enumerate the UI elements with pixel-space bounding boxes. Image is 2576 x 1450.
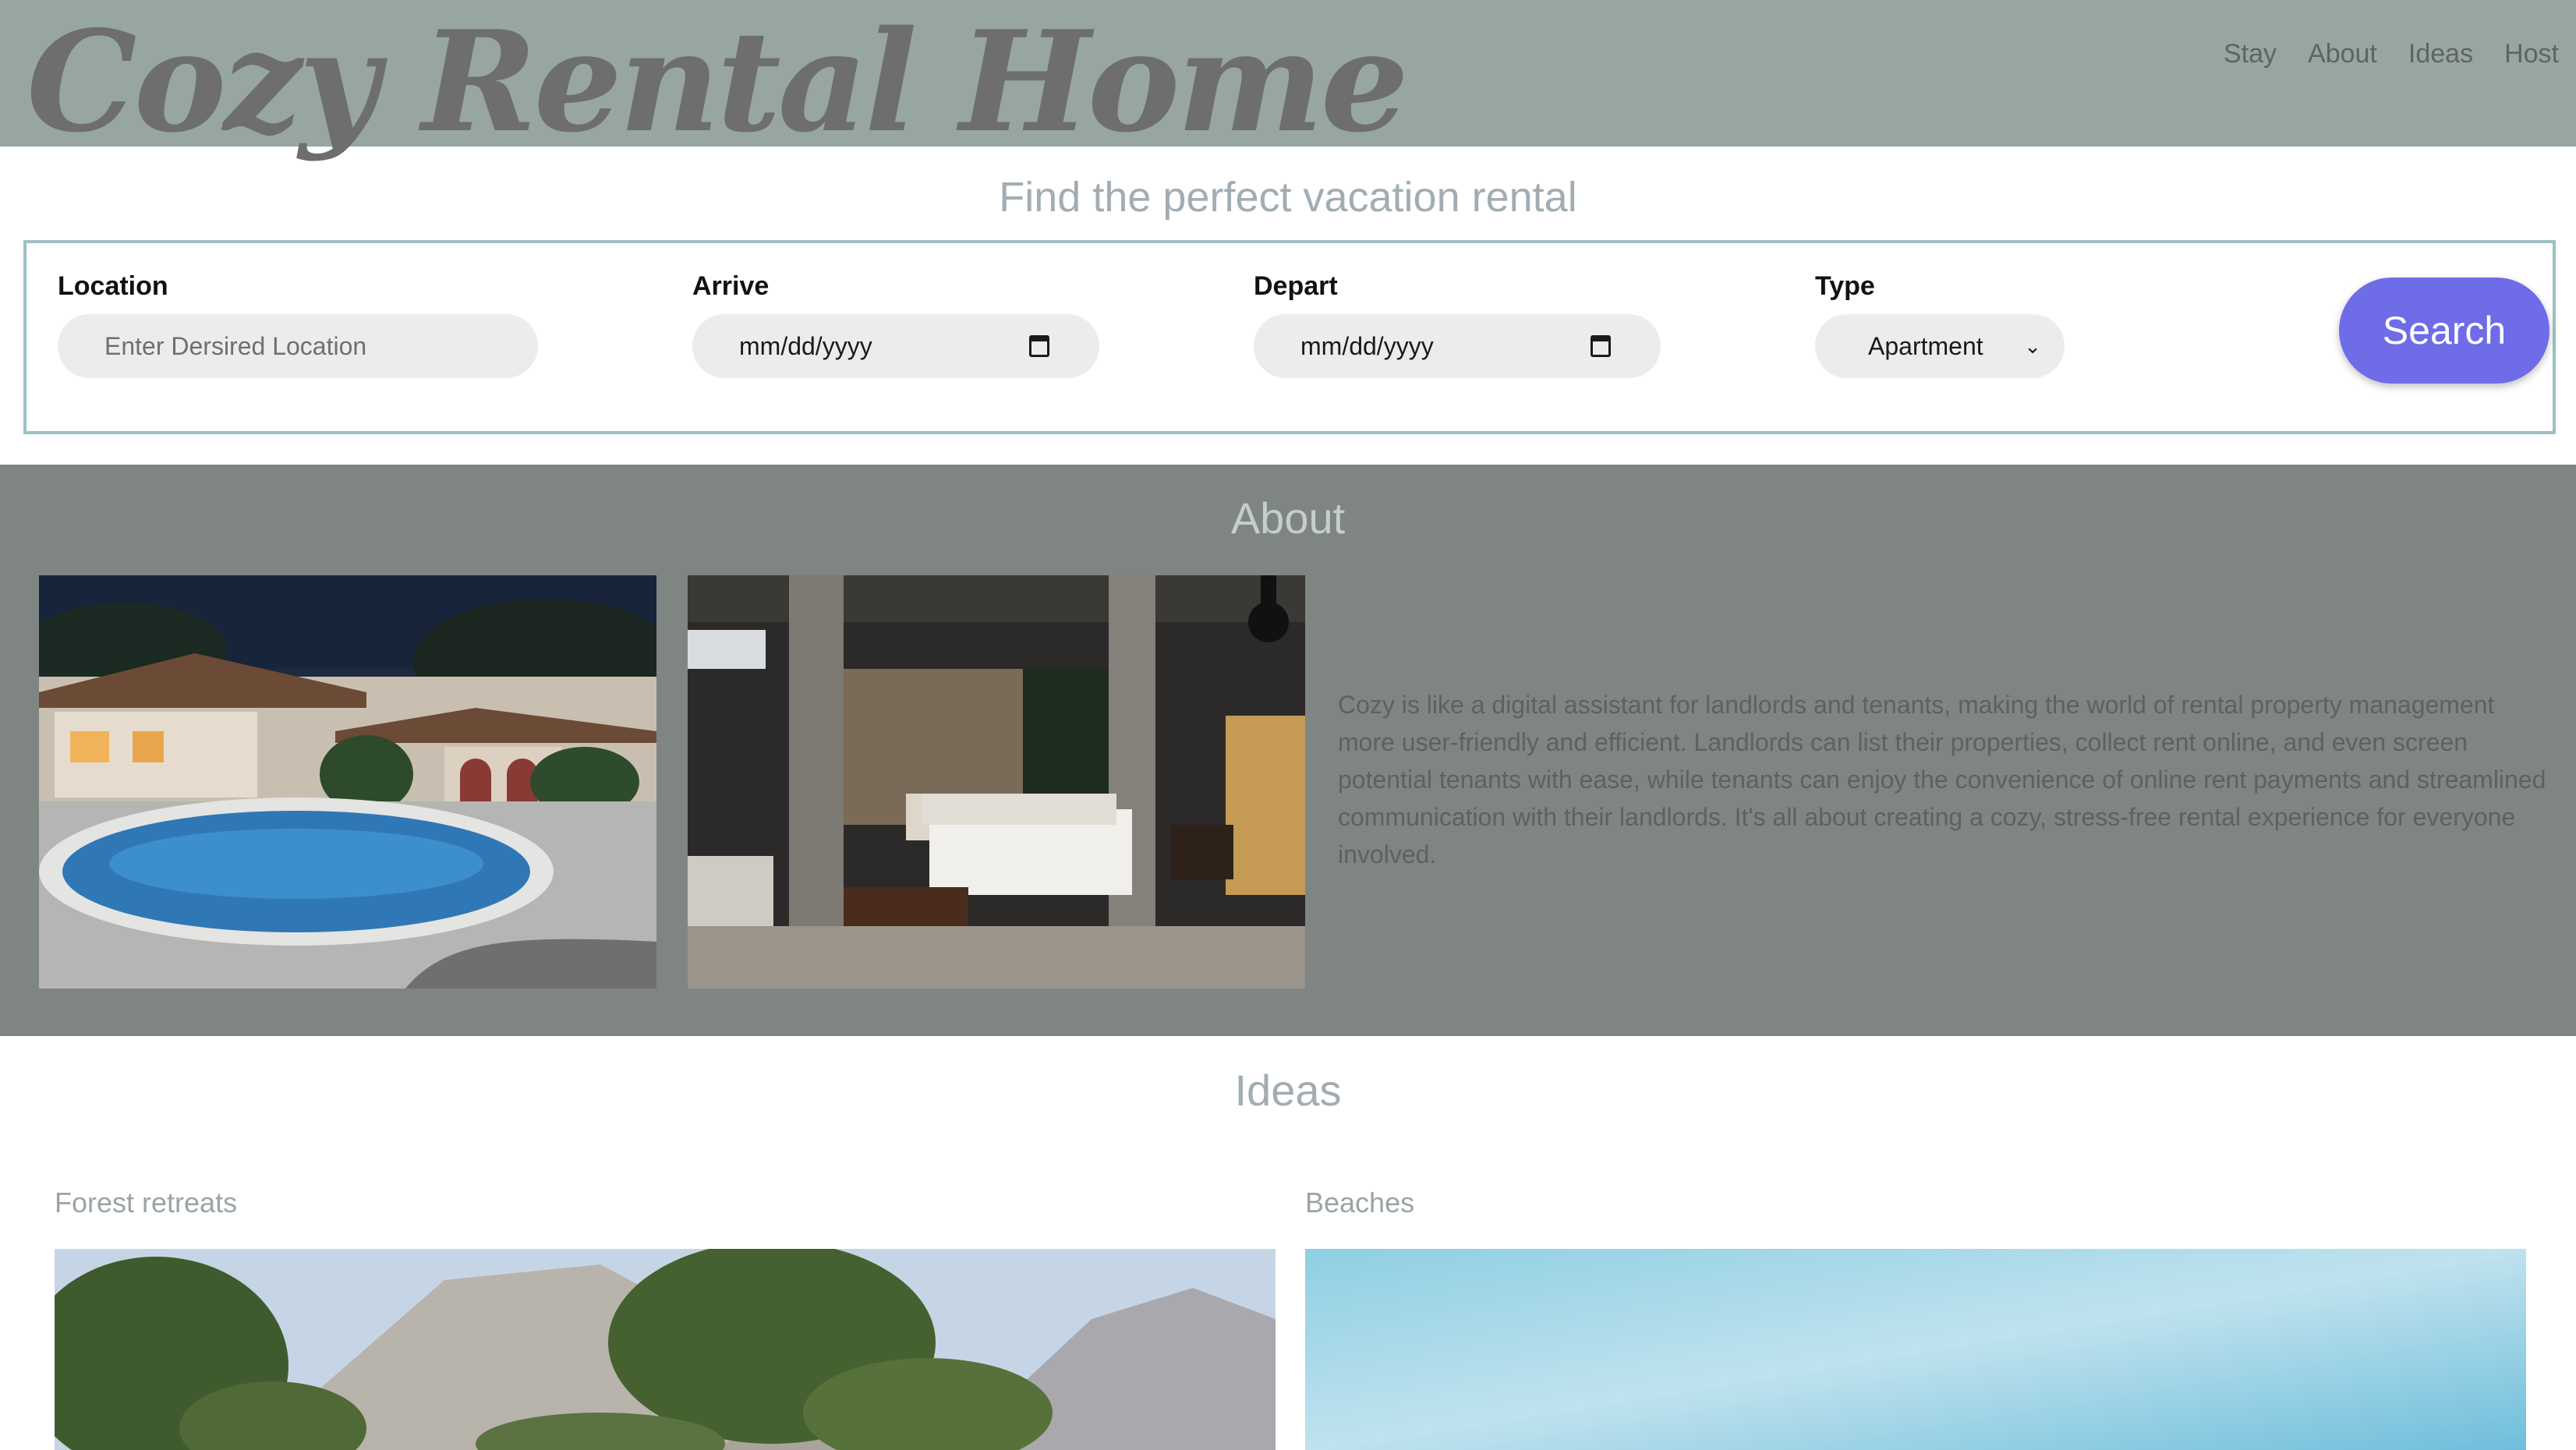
villa-pool-image — [39, 575, 656, 988]
calendar-icon[interactable] — [1029, 335, 1049, 357]
arrive-label: Arrive — [692, 271, 770, 301]
location-input[interactable]: Enter Dersired Location — [58, 314, 538, 378]
forest-image — [55, 1249, 1276, 1450]
ideas-title: Ideas — [1234, 1066, 1342, 1115]
arrive-field-group: Arrive mm/dd/yyyy — [692, 271, 1099, 378]
type-label: Type — [1815, 271, 1875, 301]
beaches-photo[interactable] — [1305, 1249, 2526, 1450]
villa-pool-photo — [39, 575, 656, 988]
location-field-group: Location Enter Dersired Location — [58, 271, 538, 378]
search-form: Location Enter Dersired Location Arrive … — [23, 240, 2556, 434]
search-button[interactable]: Search — [2339, 278, 2549, 384]
nav-link-stay[interactable]: Stay — [2224, 39, 2277, 69]
site-header: Cozy Rental Home Stay About Ideas Host — [0, 0, 2576, 163]
site-logo[interactable]: Cozy Rental Home — [27, 0, 1409, 169]
chevron-down-icon: ⌄ — [2024, 334, 2041, 358]
about-title: About — [1230, 493, 1346, 543]
calendar-icon[interactable] — [1591, 335, 1611, 357]
about-section: About Cozy is like a digital assistant f… — [0, 465, 2576, 1036]
idea-label-forest[interactable]: Forest retreats — [55, 1187, 237, 1219]
depart-field-group: Depart mm/dd/yyyy — [1254, 271, 1661, 378]
loft-bedroom-photo — [688, 575, 1305, 988]
type-select-value: Apartment — [1868, 331, 1983, 360]
loft-bedroom-image — [688, 575, 1305, 988]
arrive-date-input[interactable]: mm/dd/yyyy — [692, 314, 1099, 378]
main-nav: Stay About Ideas Host — [2224, 39, 2559, 69]
hero-title: Find the perfect vacation rental — [999, 174, 1577, 221]
nav-link-ideas[interactable]: Ideas — [2408, 39, 2473, 69]
type-select[interactable]: Apartment ⌄ — [1815, 314, 2065, 378]
about-description: Cozy is like a digital assistant for lan… — [1338, 691, 2546, 868]
forest-retreats-photo[interactable] — [55, 1249, 1276, 1450]
idea-label-beaches[interactable]: Beaches — [1305, 1187, 1414, 1219]
type-field-group: Type Apartment ⌄ — [1815, 271, 2065, 378]
location-label: Location — [58, 271, 168, 301]
depart-date-input[interactable]: mm/dd/yyyy — [1254, 314, 1661, 378]
depart-label: Depart — [1254, 271, 1338, 301]
nav-link-about[interactable]: About — [2308, 39, 2377, 69]
nav-link-host[interactable]: Host — [2504, 39, 2559, 69]
depart-date-value: mm/dd/yyyy — [1300, 331, 1434, 360]
beach-sky-image — [1305, 1249, 2526, 1450]
arrive-date-value: mm/dd/yyyy — [739, 331, 872, 360]
